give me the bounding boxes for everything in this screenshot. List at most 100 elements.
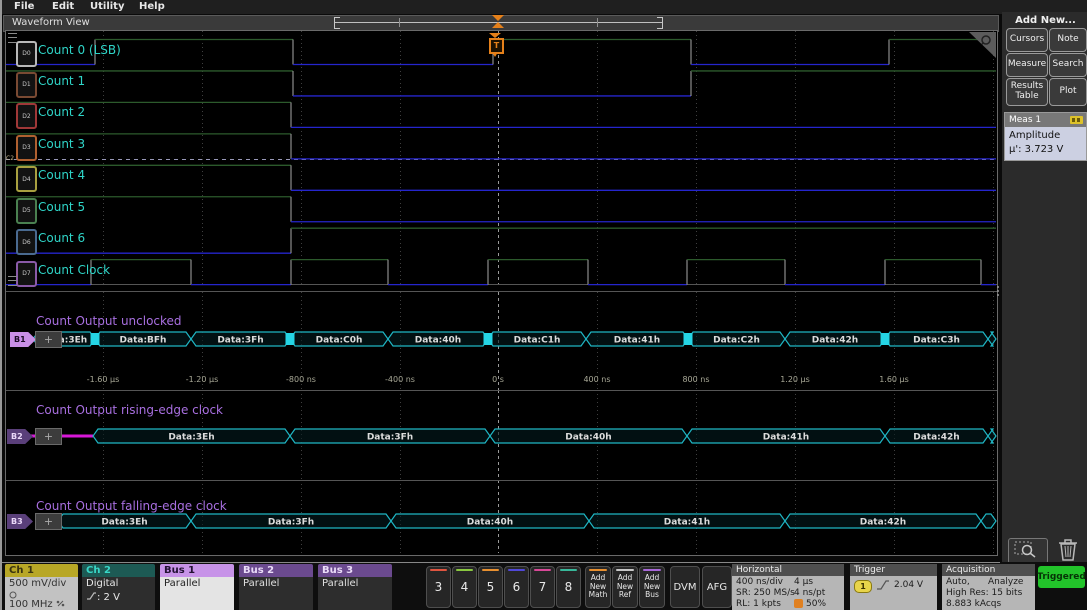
digital-channel-label: Count 1 [38, 74, 85, 88]
add-new-ref-button[interactable]: Add New Ref [612, 566, 638, 608]
digital-channel-badge-d2[interactable]: D2 [16, 103, 37, 129]
note-button[interactable]: Note [1049, 28, 1087, 52]
channel-color-stripe [456, 569, 473, 571]
horizontal-body: 400 ns/div 4 μs SR: 250 MS/s 4 ns/pt RL:… [732, 576, 844, 610]
add-new-bus-button[interactable]: Add New Bus [639, 566, 665, 608]
measurement-badge[interactable]: Meas 1 Amplitude μ': 3.723 V [1004, 112, 1087, 161]
channel-button-5[interactable]: 5 [478, 566, 503, 608]
overview-trigger-marker-icon[interactable] [492, 15, 504, 21]
trigger-position-flag[interactable]: T [488, 33, 502, 57]
digital-channel-label: Count 3 [38, 137, 85, 151]
channel-badge-ch1[interactable]: Ch 1 500 mV/div 100 MHz [5, 564, 78, 610]
bus-badge-bottom-3[interactable]: Bus 3Parallel [318, 564, 392, 610]
horizontal-panel[interactable]: Horizontal 400 ns/div 4 μs SR: 250 MS/s … [732, 564, 844, 610]
add-new-label: Add New Math [586, 574, 610, 600]
digital-channel-badge-d0[interactable]: D0 [16, 41, 37, 67]
trigger-panel[interactable]: Trigger 1 2.04 V [850, 564, 937, 610]
ch2-threshold: : 2 V [86, 591, 151, 605]
right-panel: Add New... CursorsNoteMeasureSearchResul… [1002, 12, 1087, 562]
overview-tick [399, 18, 400, 27]
digital-channel-label: Count 4 [38, 168, 85, 182]
menu-item-edit[interactable]: Edit [52, 1, 74, 12]
add-new-color-stripe [643, 569, 661, 571]
meas-header: Meas 1 [1005, 113, 1086, 127]
add-new-color-stripe [616, 569, 634, 571]
digital-channel-badge-d7[interactable]: D7 [16, 261, 37, 287]
menu-item-help[interactable]: Help [139, 1, 165, 12]
digital-waveforms [6, 40, 996, 285]
zoom-results-button[interactable] [1008, 538, 1048, 564]
overview-left-bracket[interactable] [334, 17, 340, 29]
bus-badge-bottom-2[interactable]: Bus 2Parallel [239, 564, 313, 610]
digital-channel-label: Count Clock [38, 263, 110, 277]
digital-channel-badge-d6[interactable]: D6 [16, 229, 37, 255]
trigger-body: 1 2.04 V [850, 576, 937, 610]
menu-item-file[interactable]: File [14, 1, 34, 12]
acquisition-panel[interactable]: Acquisition Auto, Analyze High Res: 15 b… [942, 564, 1035, 610]
time-axis-label: -1.20 μs [186, 375, 219, 384]
bus-badge-type: Parallel [243, 578, 309, 591]
panel-splitter-handle[interactable] [997, 284, 1000, 298]
afg-button[interactable]: AFG [702, 566, 732, 608]
trigger-title: Trigger [850, 564, 937, 576]
trash-icon [1054, 536, 1082, 564]
rising-edge-icon [876, 579, 890, 591]
bus-segment-label: Data:41h [614, 336, 660, 346]
bus-handle-button[interactable]: + [35, 513, 62, 530]
menu-item-utility[interactable]: Utility [90, 1, 124, 12]
bus-segment-label: Data:3Fh [367, 433, 413, 443]
digital-channel-badge-d4[interactable]: D4 [16, 166, 37, 192]
results-table-button[interactable]: Results Table [1006, 78, 1048, 106]
ch1-header: Ch 1 [5, 564, 78, 577]
channel-button-4[interactable]: 4 [452, 566, 477, 608]
cursors-button[interactable]: Cursors [1006, 28, 1048, 52]
trigger-source-badge: 1 [854, 580, 872, 593]
digital-group-marker[interactable]: C2 [6, 155, 14, 162]
bus-handle-button[interactable]: + [35, 428, 62, 445]
gridlines [6, 31, 997, 553]
overview-trigger-marker-icon[interactable] [492, 22, 504, 28]
waveform-plot: Data:3EhData:BFhData:3FhData:C0hData:40h… [5, 30, 998, 556]
plot-button[interactable]: Plot [1049, 78, 1087, 106]
bus-badge-bottom-1[interactable]: Bus 1Parallel [160, 564, 234, 610]
drag-handle-icon[interactable] [8, 33, 17, 43]
search-button[interactable]: Search [1049, 53, 1087, 77]
trigger-arrow-icon [492, 52, 498, 57]
tab-title: Waveform View [12, 17, 90, 28]
channel-button-3[interactable]: 3 [426, 566, 451, 608]
triggered-status-button[interactable]: Triggered [1038, 566, 1085, 588]
digital-channel-badge-d3[interactable]: D3 [16, 135, 37, 161]
channel-button-label: 4 [461, 580, 469, 594]
channel-badge-ch2[interactable]: Ch 2 Digital : 2 V [82, 564, 155, 610]
ch1-bandwidth: 100 MHz [9, 599, 74, 610]
trash-button[interactable] [1054, 536, 1082, 564]
channel-color-stripe [508, 569, 525, 571]
bus-badge-header: Bus 3 [318, 564, 392, 577]
channel-button-label: 3 [435, 580, 443, 594]
add-new-math-button[interactable]: Add New Math [585, 566, 611, 608]
acquisition-title: Acquisition [942, 564, 1035, 576]
drag-handle-icon[interactable] [8, 276, 17, 286]
channel-button-8[interactable]: 8 [556, 566, 581, 608]
digital-channel-badge-d5[interactable]: D5 [16, 198, 37, 224]
dvm-label: DVM [674, 582, 697, 593]
dvm-button[interactable]: DVM [670, 566, 700, 608]
ch2-body: Digital : 2 V [82, 577, 155, 610]
channel-button-label: 6 [513, 580, 521, 594]
bus-segment-label: Data:42h [812, 336, 858, 346]
bus-segment-label: Data:C3h [913, 336, 960, 346]
channel-button-6[interactable]: 6 [504, 566, 529, 608]
trigger-position-icon [794, 599, 803, 608]
add-new-color-stripe [589, 569, 607, 571]
bus-badge-header: Bus 1 [160, 564, 234, 577]
time-axis-label: 800 ns [682, 375, 709, 384]
meas-title: Meas 1 [1009, 115, 1041, 125]
overview-right-bracket[interactable] [657, 17, 663, 29]
digital-channel-badge-d1[interactable]: D1 [16, 72, 37, 98]
bus-glitch-marker [91, 333, 100, 345]
channel-button-7[interactable]: 7 [530, 566, 555, 608]
afg-label: AFG [707, 582, 727, 593]
measure-button[interactable]: Measure [1006, 53, 1048, 77]
channel-color-stripe [482, 569, 499, 571]
bus-handle-button[interactable]: + [35, 331, 62, 348]
